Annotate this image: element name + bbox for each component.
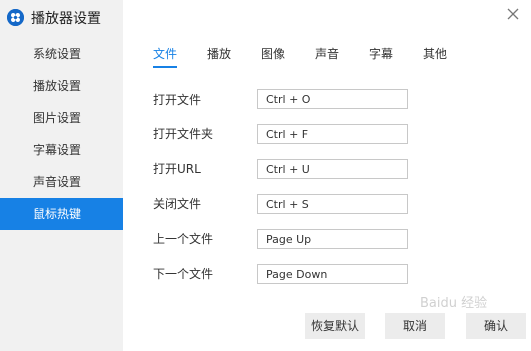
confirm-button[interactable]: 确认 (466, 313, 526, 339)
hotkey-input-close-file[interactable] (257, 194, 408, 214)
hotkey-input-open-url[interactable] (257, 159, 408, 179)
tab-file-label: 文件 (153, 47, 178, 61)
hotkey-label-next-file: 下一个文件 (153, 267, 214, 281)
tab-active-indicator (153, 66, 178, 68)
app-title: 播放器设置 (31, 11, 101, 27)
close-icon[interactable] (505, 6, 521, 22)
sidebar-item-playback[interactable]: 播放设置 (0, 70, 123, 102)
app-header: 播放器设置 (0, 0, 123, 34)
player-logo-icon (7, 9, 24, 26)
hotkey-label-open-file: 打开文件 (153, 93, 202, 107)
sidebar-item-subtitle[interactable]: 字幕设置 (0, 134, 123, 166)
sidebar-item-system[interactable]: 系统设置 (0, 38, 123, 70)
sidebar-item-image[interactable]: 图片设置 (0, 102, 123, 134)
tab-file[interactable]: 文件 (153, 46, 178, 70)
sidebar-item-sound[interactable]: 声音设置 (0, 166, 123, 198)
sidebar: 播放器设置 系统设置 播放设置 图片设置 字幕设置 声音设置 鼠标热键 (0, 0, 123, 351)
tab-other[interactable]: 其他 (423, 46, 447, 70)
watermark: Baidu 经验 (420, 296, 488, 311)
restore-defaults-button[interactable]: 恢复默认 (305, 313, 365, 339)
tab-sound[interactable]: 声音 (315, 46, 339, 70)
hotkey-label-previous-file: 上一个文件 (153, 232, 214, 246)
hotkey-input-previous-file[interactable] (257, 229, 408, 249)
hotkey-label-open-folder: 打开文件夹 (153, 127, 214, 141)
hotkey-label-close-file: 关闭文件 (153, 197, 202, 211)
hotkey-input-open-file[interactable] (257, 89, 408, 109)
hotkey-input-open-folder[interactable] (257, 124, 408, 144)
hotkey-label-open-url: 打开URL (153, 162, 201, 176)
tab-subtitle[interactable]: 字幕 (369, 46, 393, 70)
sidebar-item-mouse-hotkeys[interactable]: 鼠标热键 (0, 198, 123, 230)
tab-playback[interactable]: 播放 (207, 46, 231, 70)
cancel-button[interactable]: 取消 (385, 313, 445, 339)
hotkey-input-next-file[interactable] (257, 264, 408, 284)
tab-image[interactable]: 图像 (261, 46, 285, 70)
